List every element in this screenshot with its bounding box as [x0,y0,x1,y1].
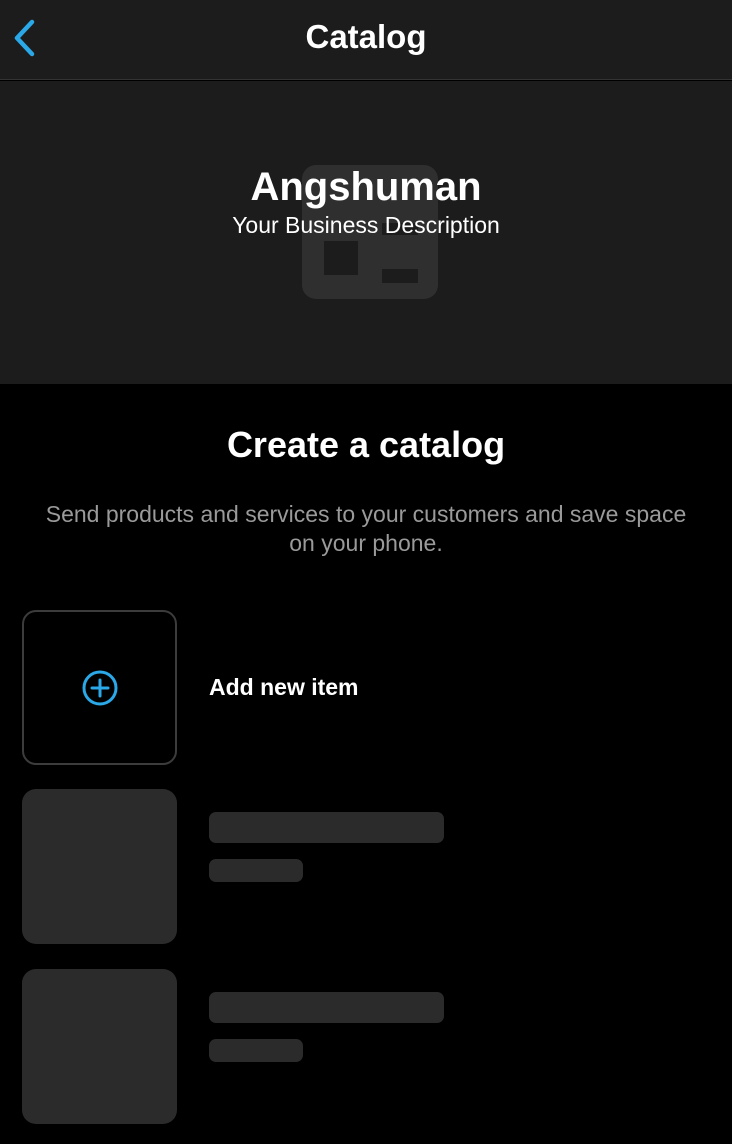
placeholder-item-price [209,1039,303,1062]
page-title: Catalog [305,18,427,55]
placeholder-item-image [22,789,177,944]
plus-circle-icon [82,670,117,705]
navigation-bar: Catalog [0,0,732,80]
placeholder-item-image [22,969,177,1124]
business-description: Your Business Description [232,212,500,238]
business-profile-header: Angshuman Your Business Description [0,81,732,384]
create-catalog-title: Create a catalog [226,424,506,465]
placeholder-item-title [209,992,444,1023]
add-new-item-label[interactable]: Add new item [209,674,359,701]
placeholder-item-title [209,812,444,843]
business-name: Angshuman [250,165,482,209]
create-catalog-description: Send products and services to your custo… [45,501,687,556]
add-new-item-tile[interactable] [22,610,177,765]
placeholder-item-price [209,859,303,882]
catalog-screen: Catalog Angshuman Your Business Descript… [0,0,732,1144]
